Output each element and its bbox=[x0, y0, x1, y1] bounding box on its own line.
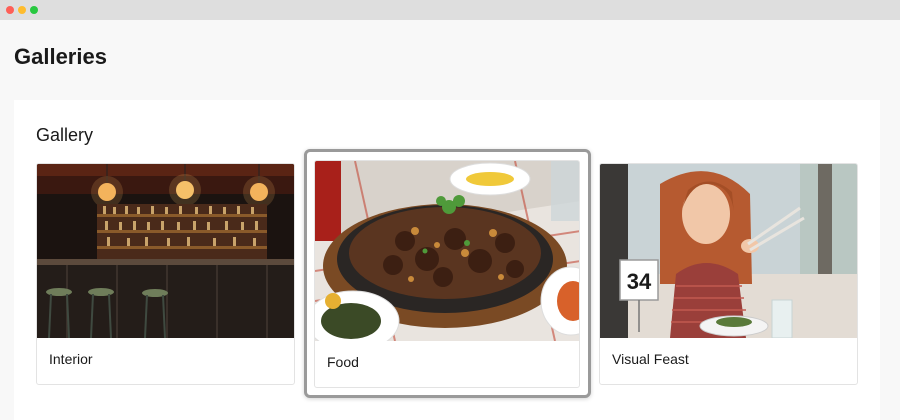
window-titlebar bbox=[0, 0, 900, 20]
maximize-window-button[interactable] bbox=[30, 6, 38, 14]
page-title: Galleries bbox=[14, 44, 107, 69]
table-number-sign: 34 bbox=[627, 269, 652, 294]
sizzling-beef-platter-photo bbox=[315, 161, 579, 341]
gallery-card-interior[interactable]: Interior bbox=[36, 163, 295, 385]
minimize-window-button[interactable] bbox=[18, 6, 26, 14]
gallery-card-label: Interior bbox=[49, 351, 93, 367]
gallery-heading: Gallery bbox=[36, 125, 94, 145]
gallery-card-label: Food bbox=[327, 354, 359, 370]
woman-with-chopsticks-photo: 34 bbox=[600, 164, 857, 338]
gallery-card-label: Visual Feast bbox=[612, 351, 689, 367]
close-window-button[interactable] bbox=[6, 6, 14, 14]
gallery-card-visual-feast[interactable]: 34 Visual Feast bbox=[599, 163, 858, 385]
gallery-panel: Gallery Interior Food 34 Visual Feast bbox=[14, 100, 880, 420]
gallery-card-food[interactable]: Food bbox=[314, 160, 580, 388]
bar-interior-photo bbox=[37, 164, 294, 338]
